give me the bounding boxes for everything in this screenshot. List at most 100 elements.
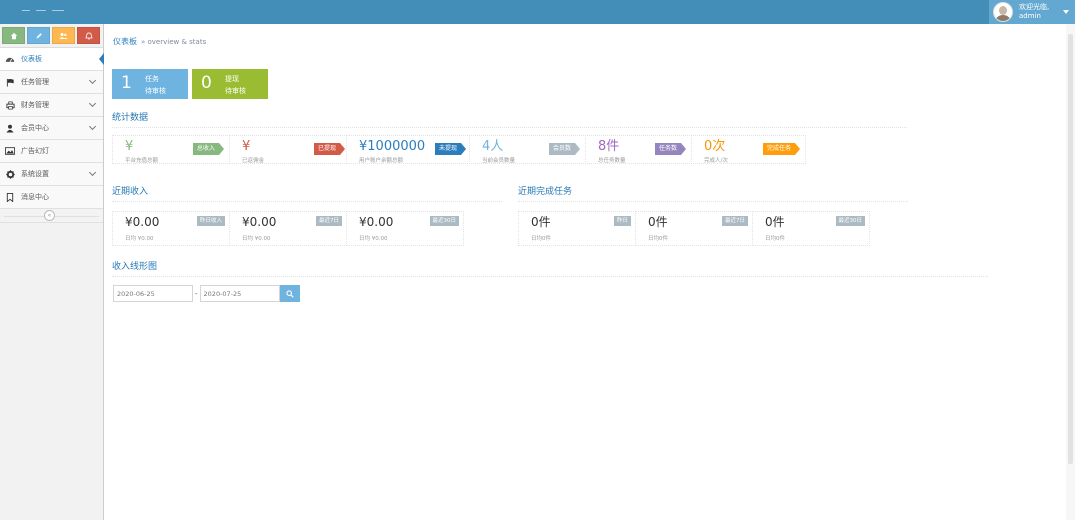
chevron-down-icon: [88, 99, 97, 108]
stat-tasks: 8件 总任务数量 任务数: [585, 135, 692, 164]
infobox-value: 1: [121, 73, 132, 93]
sidebar-item-label: 会员中心: [21, 124, 49, 132]
users-icon: [59, 32, 68, 39]
sidebar: 仪表板 任务管理 财务管理 会员中心 广告幻灯 系统设置 消息中心 «: [0, 24, 104, 520]
stat-tag: 完成任务: [762, 143, 801, 155]
sidebar-item-label: 任务管理: [21, 78, 49, 86]
mini-value: ¥0.00: [242, 215, 277, 229]
user-info: 欢迎光临, admin: [1019, 3, 1049, 21]
search-button[interactable]: [279, 285, 300, 302]
stat-value: 4人: [482, 139, 504, 154]
stat-completed: 0次 完成人/次 完成任务: [691, 135, 806, 164]
stat-label: 用户账户余额总额: [359, 158, 404, 164]
sidebar-item-dashboard[interactable]: 仪表板: [0, 48, 104, 71]
flag-icon: [5, 77, 15, 87]
stat-label: 当前会员数量: [482, 158, 516, 164]
top-navbar: 欢迎光临, admin: [0, 0, 1075, 24]
start-date-input[interactable]: [113, 285, 193, 302]
print-icon: [5, 100, 15, 110]
sidebar-collapse-bar: «: [0, 209, 103, 223]
user-icon: [5, 123, 15, 133]
recent-income-row: ¥0.00 日均 ¥0.00 昨日收入 ¥0.00 日均 ¥0.00 最近7日 …: [112, 211, 464, 246]
stats-section-title: 统计数据: [112, 110, 907, 128]
main-content: 仪表板» overview & stats 1 任务 待审核 0 提现 待审核 …: [105, 24, 1065, 520]
search-icon: [285, 289, 294, 298]
stat-tag: 总收入: [192, 143, 225, 155]
home-icon: [10, 32, 17, 39]
infobox-subtitle: 待审核: [145, 87, 166, 95]
mini-badge: 最近30日: [429, 216, 459, 226]
recent-income-title: 近期收入: [112, 184, 502, 202]
scrollbar-thumb[interactable]: [1068, 34, 1073, 464]
sidebar-item-finance[interactable]: 财务管理: [0, 94, 103, 117]
chevron-down-icon: [88, 168, 97, 177]
user-menu[interactable]: 欢迎光临, admin: [989, 0, 1075, 24]
stat-tag: 任务数: [654, 143, 687, 155]
shortcut-bell-button[interactable]: [77, 27, 100, 44]
end-date-input[interactable]: [199, 285, 280, 302]
bell-icon: [84, 32, 93, 40]
shortcut-home-button[interactable]: [2, 27, 25, 44]
user-name: admin: [1019, 12, 1041, 20]
income-chart-title: 收入线形图: [112, 259, 988, 277]
stat-label: 平台充值总额: [125, 158, 159, 164]
mini-badge: 昨日: [613, 216, 631, 226]
stat-members: 4人 当前会员数量 会员数: [469, 135, 586, 164]
stat-withdrawn: ¥ 已返佣金 已提现: [229, 135, 347, 164]
infobox-value: 0: [201, 73, 212, 93]
infobox-title: 任务: [145, 75, 159, 83]
tasks-30days: 0件 日均0件 最近30日: [752, 211, 870, 246]
sidebar-item-message-center[interactable]: 消息中心: [0, 186, 103, 209]
sidebar-item-label: 财务管理: [21, 101, 49, 109]
mini-value: ¥0.00: [359, 215, 394, 229]
sidebar-item-label: 系统设置: [21, 170, 49, 178]
mini-value: 0件: [765, 215, 785, 229]
sidebar-collapse-button[interactable]: «: [44, 210, 55, 221]
gear-icon: [5, 169, 15, 179]
breadcrumb: 仪表板 » overview & stats: [113, 36, 206, 47]
infobox-title: 提现: [225, 75, 239, 83]
stat-tag: 未提现: [434, 143, 467, 155]
infobox-pending-withdrawals[interactable]: 0 提现 待审核: [192, 69, 268, 99]
stat-value: ¥: [242, 139, 251, 154]
sidebar-item-system-settings[interactable]: 系统设置: [0, 163, 103, 186]
mini-badge: 最近7日: [316, 216, 342, 226]
mini-badge: 昨日收入: [196, 216, 225, 226]
stat-label: 完成人/次: [704, 158, 728, 164]
stat-total-income: ¥ 平台充值总额 总收入: [112, 135, 230, 164]
recent-tasks-row: 0件 日均0件 昨日 0件 日均0件 最近7日 0件 日均0件 最近30日: [518, 211, 870, 246]
mini-label: 日均0件: [531, 236, 551, 242]
mini-value: ¥0.00: [125, 215, 160, 229]
mini-value: 0件: [531, 215, 551, 229]
income-30days: ¥0.00 日均 ¥0.00 最近30日: [346, 211, 464, 246]
mini-label: 日均 ¥0.00: [359, 236, 388, 242]
stat-value: ¥: [125, 139, 134, 154]
income-7days: ¥0.00 日均 ¥0.00 最近7日: [229, 211, 347, 246]
sidebar-item-member-center[interactable]: 会员中心: [0, 117, 103, 140]
infobox-pending-tasks[interactable]: 1 任务 待审核: [112, 69, 188, 99]
brand-logo[interactable]: [22, 10, 64, 11]
stat-value: 0次: [704, 139, 726, 154]
user-greeting: 欢迎光临,: [1019, 3, 1050, 11]
sidebar-item-ad-slides[interactable]: 广告幻灯: [0, 140, 103, 163]
tasks-yesterday: 0件 日均0件 昨日: [518, 211, 636, 246]
tasks-7days: 0件 日均0件 最近7日: [635, 211, 753, 246]
mini-value: 0件: [648, 215, 668, 229]
stat-value: 8件: [598, 139, 620, 154]
chevron-down-icon: [88, 76, 97, 85]
pencil-icon: [36, 32, 42, 38]
sidebar-item-label: 仪表板: [21, 55, 42, 63]
shortcut-users-button[interactable]: [52, 27, 75, 44]
mini-label: 日均 ¥0.00: [125, 236, 154, 242]
bookmark-icon: [5, 192, 15, 202]
infobox-subtitle: 待审核: [225, 87, 246, 95]
sidebar-item-task-management[interactable]: 任务管理: [0, 71, 103, 94]
page-title: 仪表板: [113, 37, 137, 46]
shortcut-pencil-button[interactable]: [27, 27, 50, 44]
caret-down-icon: [1063, 10, 1069, 14]
sidebar-shortcuts: [0, 24, 103, 48]
chevron-down-icon: [88, 122, 97, 131]
stat-label: 总任务数量: [598, 158, 626, 164]
page-subtitle: » overview & stats: [141, 38, 207, 46]
page-scrollbar[interactable]: [1066, 24, 1075, 520]
